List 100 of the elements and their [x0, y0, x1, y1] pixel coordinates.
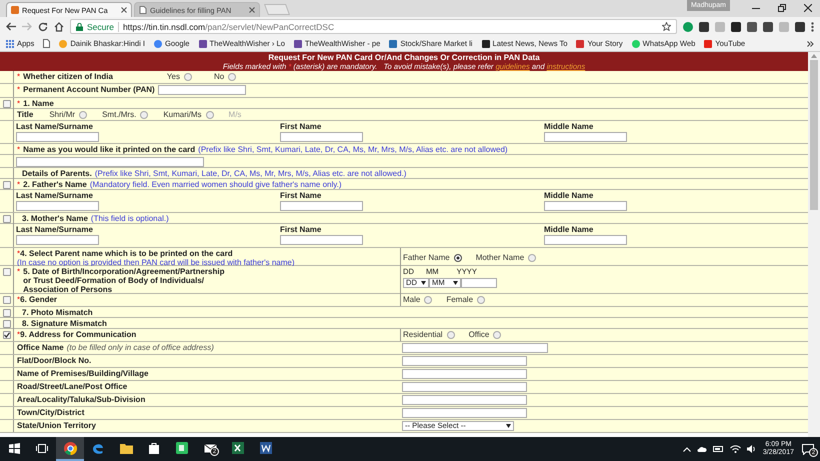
address-input-field[interactable]	[402, 408, 527, 418]
field-label: 9. Address for Communication	[20, 330, 136, 339]
field-note: (to be filled only in case of office address)	[66, 343, 214, 352]
year-input-field[interactable]	[461, 278, 497, 288]
site-icon	[576, 40, 584, 48]
checkbox[interactable]	[2, 268, 10, 276]
scrollbar[interactable]	[808, 52, 820, 437]
radio-button[interactable]	[446, 331, 455, 339]
radio-button[interactable]	[454, 254, 462, 262]
close-icon[interactable]	[121, 7, 127, 13]
name-input-field[interactable]	[16, 132, 99, 142]
field-label: Road/Street/Lane/Post Office	[17, 382, 128, 391]
checkbox[interactable]	[2, 320, 10, 328]
checkbox[interactable]	[2, 309, 10, 317]
checkbox[interactable]	[2, 181, 10, 189]
checkbox[interactable]	[2, 331, 10, 339]
name-input-field[interactable]	[16, 201, 99, 211]
name-input-field[interactable]	[280, 235, 363, 245]
address-input-field[interactable]	[402, 356, 527, 366]
field-label: Last Name/Surname	[16, 225, 94, 234]
edge-icon[interactable]	[92, 442, 104, 454]
cloud-sync-icon[interactable]	[696, 444, 707, 454]
chrome-icon[interactable]	[64, 442, 76, 454]
radio-button[interactable]	[206, 111, 214, 119]
field-label: Name of Premises/Building/Village	[17, 369, 148, 378]
checkbox[interactable]	[2, 215, 10, 223]
folder-icon[interactable]	[120, 442, 132, 454]
mail-icon[interactable]	[204, 444, 216, 452]
field-label: Name as you would like it printed on the card	[23, 145, 196, 155]
back-arrow-icon[interactable]	[6, 22, 16, 31]
reload-icon[interactable]	[38, 22, 48, 32]
name-input-field[interactable]	[280, 132, 363, 142]
required-asterisk: *	[17, 99, 20, 109]
radio-button[interactable]	[184, 73, 192, 81]
volume-icon[interactable]	[746, 445, 757, 453]
radio-button[interactable]	[528, 254, 536, 262]
forward-arrow-icon[interactable]	[22, 22, 32, 31]
windows-logo-icon[interactable]	[8, 442, 20, 454]
site-icon	[632, 40, 640, 48]
pan-input-field[interactable]	[158, 85, 246, 95]
checkbox[interactable]	[2, 100, 10, 108]
name-input-field[interactable]	[544, 132, 627, 142]
task-view-icon[interactable]	[36, 444, 48, 452]
option-label: Mother Name	[476, 253, 524, 263]
checkbox[interactable]	[2, 296, 10, 304]
field-label: 5. Date of Birth/Incorporation/Agreement/Partnership or Trust Deed/Formation of Body of Individuals/ Association of Persons	[23, 267, 224, 294]
hint-text: (Prefix like Shri, Smt, Kumari, Late, Dr, CA, Ms, Mr, Mrs, M/s, Alias etc. are not allowed)	[198, 145, 508, 155]
field-label: Office Name	[17, 343, 64, 352]
card-name-input-field[interactable]	[16, 157, 204, 167]
radio-button[interactable]	[477, 296, 486, 304]
close-icon[interactable]	[804, 4, 812, 12]
field-label: Area/Locality/Taluka/Sub-Division	[17, 395, 146, 404]
site-icon	[198, 40, 207, 48]
site-icon	[294, 40, 302, 48]
radio-button[interactable]	[228, 73, 236, 81]
taskbar-app[interactable]	[56, 437, 84, 461]
field-label: Last Name/Surname	[16, 122, 94, 131]
address-input-field[interactable]	[402, 343, 548, 353]
address-input-field[interactable]	[402, 395, 527, 405]
shopping-bag-icon[interactable]	[148, 442, 160, 454]
field-label: Title	[17, 110, 34, 120]
name-input-field[interactable]	[16, 235, 99, 245]
field-label: First Name	[280, 225, 322, 234]
option-label: Office	[468, 330, 490, 340]
speech-bubble-icon	[802, 444, 814, 454]
required-asterisk: *	[17, 145, 20, 155]
menu-icon[interactable]	[811, 22, 814, 32]
required-asterisk: *	[17, 295, 20, 304]
address-input-field[interactable]	[402, 369, 527, 379]
option-label: Male	[403, 295, 420, 305]
home-icon[interactable]	[54, 22, 64, 32]
address-input-field[interactable]	[402, 382, 527, 392]
url-host: https://tin.tin.nsdl.com	[122, 22, 206, 32]
chevron-icon[interactable]	[807, 40, 814, 46]
radio-button[interactable]	[140, 111, 148, 119]
spreadsheet-icon[interactable]	[232, 442, 244, 454]
address-bar[interactable]: Secure https://tin.tin.nsdl.com/pan2/servlet/NewPanCorrectDSC	[70, 19, 677, 34]
field-label: First Name	[280, 122, 322, 131]
chevron-up-icon[interactable]	[682, 446, 691, 452]
radio-button[interactable]	[493, 331, 502, 339]
radio-button[interactable]	[424, 296, 432, 304]
site-favicon-icon	[11, 6, 19, 14]
option-label: Female	[446, 295, 474, 305]
star-icon[interactable]	[662, 22, 671, 31]
document-icon[interactable]	[260, 442, 272, 454]
field-label: 7. Photo Mismatch	[22, 308, 93, 318]
url-path: /pan2/servlet/NewPanCorrectDSC	[205, 22, 334, 32]
scroll-up-arrow-icon[interactable]	[811, 54, 817, 58]
new-tab-button[interactable]	[264, 4, 290, 15]
name-input-field[interactable]	[280, 201, 363, 211]
restore-icon[interactable]	[778, 4, 786, 12]
site-icon	[482, 40, 490, 48]
radio-button[interactable]	[79, 111, 88, 119]
name-input-field[interactable]	[544, 235, 627, 245]
battery-icon[interactable]	[712, 446, 724, 452]
field-label: 3. Mother's Name	[22, 214, 88, 224]
wifi-icon[interactable]	[730, 445, 741, 453]
page-icon[interactable]	[43, 39, 50, 48]
field-label: Whether citizen of India	[23, 72, 113, 82]
name-input-field[interactable]	[544, 201, 627, 211]
